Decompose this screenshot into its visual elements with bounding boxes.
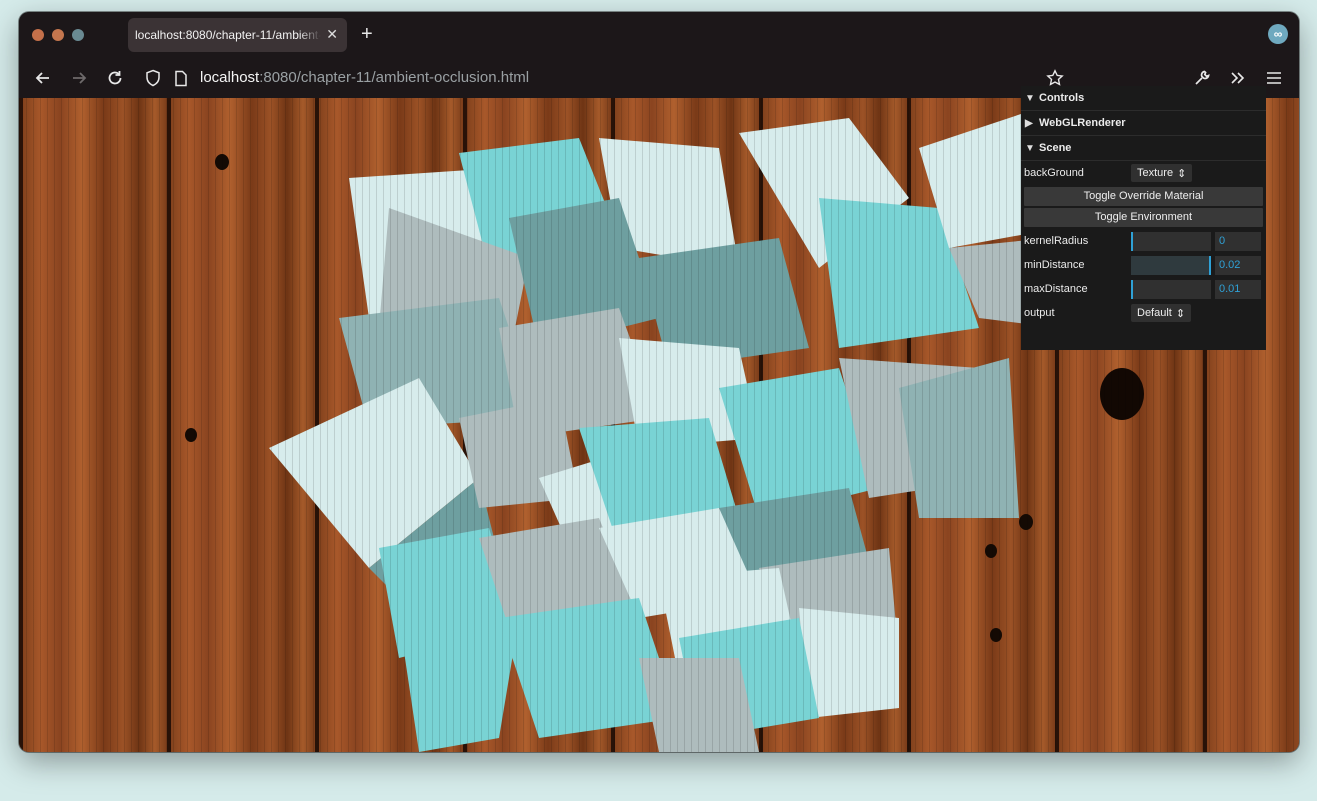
max-distance-input[interactable]: 0.01: [1215, 280, 1261, 299]
select-arrows-icon: ⇕: [1177, 167, 1187, 180]
page-info-icon[interactable]: [169, 66, 193, 90]
controls-label: Controls: [1039, 92, 1085, 104]
slider-fill: [1131, 256, 1211, 275]
min-distance-slider[interactable]: [1131, 256, 1211, 275]
tab-close-icon[interactable]: ✕: [326, 26, 338, 43]
background-row: backGround Texture ⇕: [1021, 161, 1266, 185]
webgl-folder-header[interactable]: ▶ WebGLRenderer: [1021, 111, 1266, 136]
kernel-radius-label: kernelRadius: [1024, 235, 1089, 247]
extension-icon[interactable]: ∞: [1268, 24, 1288, 44]
max-distance-slider[interactable]: [1131, 280, 1211, 299]
back-arrow-icon[interactable]: [31, 66, 55, 90]
background-select[interactable]: Texture ⇕: [1131, 164, 1193, 182]
reload-icon[interactable]: [103, 66, 127, 90]
max-distance-row: maxDistance 0.01: [1021, 277, 1266, 301]
url-path: :8080/chapter-11/ambient-occlusion.html: [259, 69, 530, 86]
tab-bar: localhost:8080/chapter-11/ambient-occlus…: [19, 12, 1299, 58]
kernel-radius-slider[interactable]: [1131, 232, 1211, 251]
controls-folder-header[interactable]: ▼ Controls: [1021, 86, 1266, 111]
toggle-environment-button[interactable]: Toggle Environment: [1024, 208, 1263, 227]
select-arrows-icon: ⇕: [1175, 307, 1186, 320]
tab-active[interactable]: localhost:8080/chapter-11/ambient-occlus…: [128, 18, 347, 52]
dat-gui-panel: ▼ Controls ▶ WebGLRenderer ▼ Scene backG…: [1021, 86, 1266, 350]
min-distance-row: minDistance 0.02: [1021, 253, 1266, 277]
toggle-override-material-button[interactable]: Toggle Override Material: [1024, 187, 1263, 206]
tab-title: localhost:8080/chapter-11/ambient-occlus…: [135, 28, 321, 42]
slider-fill: [1131, 280, 1133, 299]
chevron-down-icon: ▼: [1025, 92, 1035, 104]
slider-fill: [1131, 232, 1133, 251]
background-label: backGround: [1024, 167, 1084, 179]
kernel-radius-row: kernelRadius 0: [1021, 229, 1266, 253]
url-host: localhost: [200, 69, 260, 86]
window-minimize-button[interactable]: [52, 29, 64, 41]
forward-arrow-icon[interactable]: [67, 66, 91, 90]
chevron-right-icon: ▶: [1025, 117, 1033, 129]
scene-folder-header[interactable]: ▼ Scene: [1021, 136, 1266, 161]
kernel-radius-input[interactable]: 0: [1215, 232, 1261, 251]
min-distance-input[interactable]: 0.02: [1215, 256, 1261, 275]
scene-label: Scene: [1039, 142, 1072, 154]
chevron-down-icon: ▼: [1025, 142, 1035, 154]
output-select[interactable]: Default ⇕: [1131, 304, 1192, 322]
shield-icon[interactable]: [141, 66, 165, 90]
min-distance-label: minDistance: [1024, 259, 1085, 271]
max-distance-label: maxDistance: [1024, 283, 1088, 295]
output-label: output: [1024, 307, 1055, 319]
window-zoom-button[interactable]: [72, 29, 84, 41]
output-row: output Default ⇕: [1021, 301, 1266, 325]
background-value: Texture: [1137, 167, 1174, 179]
webgl-label: WebGLRenderer: [1039, 117, 1126, 129]
window-close-button[interactable]: [32, 29, 44, 41]
output-value: Default: [1137, 307, 1172, 319]
url-bar[interactable]: localhost:8080/chapter-11/ambient-occlus…: [200, 69, 529, 86]
new-tab-button[interactable]: +: [361, 23, 373, 45]
